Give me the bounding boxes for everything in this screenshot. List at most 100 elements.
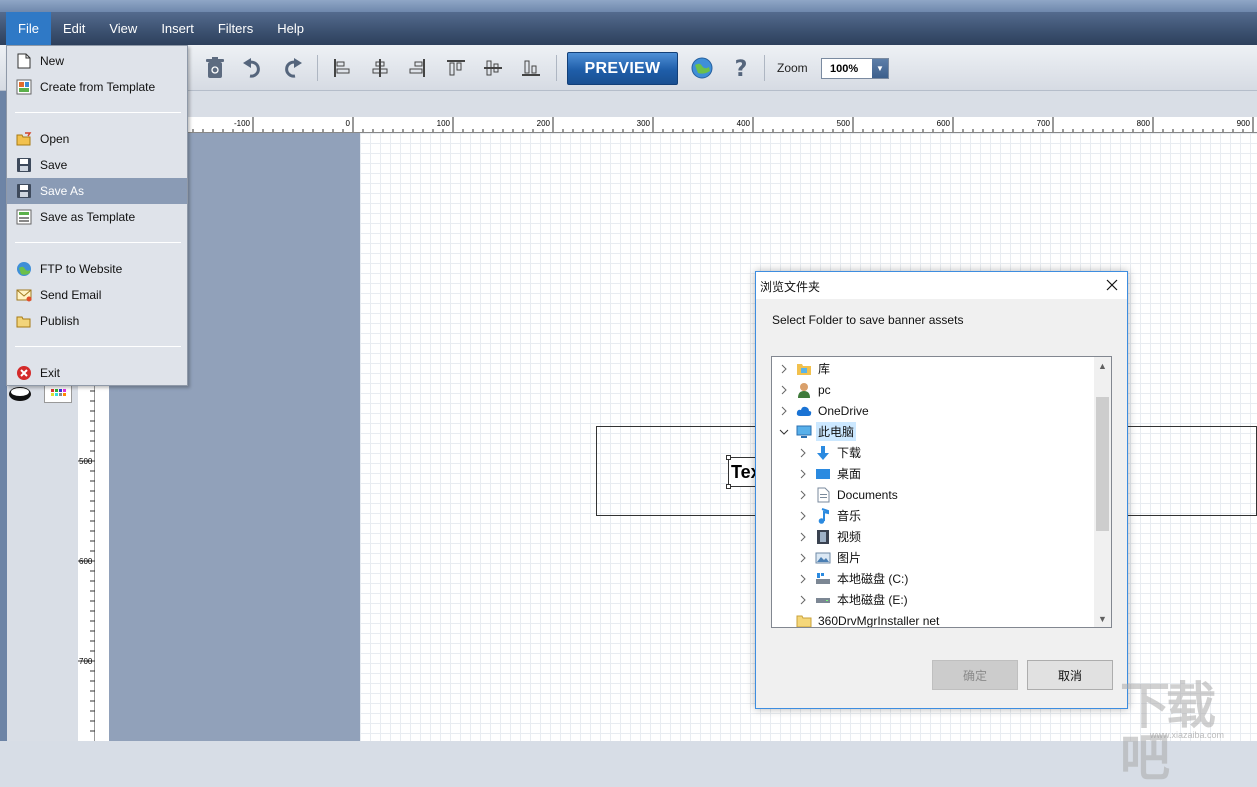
menu-item-label: Save xyxy=(40,158,68,172)
menu-separator xyxy=(15,112,181,113)
chevron-right-icon[interactable] xyxy=(778,384,790,396)
menu-item-save-as[interactable]: Save As xyxy=(7,178,187,204)
user-icon xyxy=(796,382,812,398)
scroll-down-icon[interactable]: ▼ xyxy=(1094,610,1111,627)
folder-icon xyxy=(796,613,812,627)
cloud-icon xyxy=(796,403,812,419)
chevron-right-icon[interactable] xyxy=(778,363,790,375)
zoom-select[interactable]: 100% ▼ xyxy=(821,58,889,79)
menu-item-label: Send Email xyxy=(40,288,102,302)
tree-item[interactable]: 库 xyxy=(772,358,1094,379)
web-globe-icon[interactable] xyxy=(689,55,715,81)
chevron-right-icon[interactable] xyxy=(797,489,809,501)
chevron-right-icon[interactable] xyxy=(778,405,790,417)
exit-icon xyxy=(16,365,32,381)
menu-help[interactable]: Help xyxy=(265,12,316,45)
tree-item[interactable]: 桌面 xyxy=(772,463,1094,484)
tree-item[interactable]: OneDrive xyxy=(772,400,1094,421)
folder-tree[interactable]: 库 pc OneDrive 此电脑 下载 桌面 Documents 音乐视频 图片 本地磁盘 (C… xyxy=(771,356,1112,628)
save-template-icon xyxy=(16,209,32,225)
tree-item[interactable]: 图片 xyxy=(772,547,1094,568)
close-icon[interactable] xyxy=(1103,276,1121,294)
tree-item[interactable]: 下载 xyxy=(772,442,1094,463)
tree-item-label: 音乐 xyxy=(837,509,862,523)
resize-handle[interactable] xyxy=(726,455,731,460)
chevron-right-icon[interactable] xyxy=(797,573,809,585)
menu-item-save[interactable]: Save xyxy=(7,152,187,178)
redo-icon[interactable] xyxy=(279,55,305,81)
menu-item-create-from-template[interactable]: Create from Template xyxy=(7,74,187,100)
watermark-url: www.xiazaiba.com xyxy=(1150,730,1225,740)
align-right-icon[interactable] xyxy=(404,55,430,81)
preview-button[interactable]: PREVIEW xyxy=(567,52,678,85)
menu-filters[interactable]: Filters xyxy=(206,12,265,45)
trash-icon[interactable] xyxy=(202,55,228,81)
menu-item-label: Create from Template xyxy=(40,80,156,94)
align-middle-icon[interactable] xyxy=(480,55,506,81)
menu-insert[interactable]: Insert xyxy=(149,12,206,45)
menu-item-ftp-to-website[interactable]: FTP to Website xyxy=(7,256,187,282)
scroll-up-icon[interactable]: ▲ xyxy=(1094,357,1111,374)
resize-handle[interactable] xyxy=(726,484,731,489)
menu-item-label: Save as Template xyxy=(40,210,136,224)
tree-item[interactable]: 本地磁盘 (E:) xyxy=(772,589,1094,610)
tree-item[interactable]: 视频 xyxy=(772,526,1094,547)
tree-item[interactable]: Documents xyxy=(772,484,1094,505)
color-palette-icon[interactable] xyxy=(44,383,72,403)
menu-edit[interactable]: Edit xyxy=(51,12,97,45)
align-center-icon[interactable] xyxy=(367,55,393,81)
save-as-icon xyxy=(16,183,32,199)
menu-item-label: Exit xyxy=(40,366,61,380)
align-top-icon[interactable] xyxy=(443,55,469,81)
dialog-titlebar: 浏览文件夹 xyxy=(756,272,1127,299)
tree-item-label: pc xyxy=(818,382,831,397)
chevron-down-icon[interactable]: ▼ xyxy=(872,59,888,78)
chevron-right-icon[interactable] xyxy=(797,531,809,543)
chevron-right-icon[interactable] xyxy=(797,447,809,459)
menu-item-label: New xyxy=(40,54,65,68)
chevron-right-icon[interactable] xyxy=(797,552,809,564)
menu-item-open[interactable]: Open xyxy=(7,126,187,152)
ruler-tick-label: 500 xyxy=(79,457,93,466)
tree-item[interactable]: 此电脑 xyxy=(772,421,1094,442)
menu-file[interactable]: File xyxy=(6,12,51,45)
text-element[interactable]: Text xyxy=(728,457,758,487)
scrollbar-thumb[interactable] xyxy=(1096,397,1109,531)
ruler-tick-label: 800 xyxy=(1137,119,1151,128)
drive-e-icon xyxy=(815,592,831,608)
menu-item-send-email[interactable]: Send Email xyxy=(7,282,187,308)
video-icon xyxy=(815,529,831,545)
align-bottom-icon[interactable] xyxy=(518,55,544,81)
tree-item-label: 此电脑 xyxy=(816,422,857,441)
chevron-right-icon[interactable] xyxy=(797,510,809,522)
menu-separator xyxy=(15,346,181,347)
menu-item-new[interactable]: New xyxy=(7,48,187,74)
chevron-right-icon[interactable] xyxy=(797,468,809,480)
tree-item[interactable]: 本地磁盘 (C:) xyxy=(772,568,1094,589)
cancel-button[interactable]: 取消 xyxy=(1027,660,1113,690)
tree-item[interactable]: 360DrvMgrInstaller net xyxy=(772,610,1094,628)
ok-button[interactable]: 确定 xyxy=(932,660,1018,690)
zoom-label: Zoom xyxy=(777,61,808,75)
save-icon xyxy=(16,157,32,173)
tree-scrollbar[interactable]: ▲ ▼ xyxy=(1094,357,1111,627)
paint-tool-icon[interactable] xyxy=(7,383,33,403)
chevron-right-icon[interactable] xyxy=(797,594,809,606)
tree-item-label: Documents xyxy=(837,487,898,502)
tree-item[interactable]: pc xyxy=(772,379,1094,400)
tree-item[interactable]: 音乐 xyxy=(772,505,1094,526)
chevron-down-icon[interactable] xyxy=(778,426,790,438)
menu-item-label: Publish xyxy=(40,314,80,328)
menu-item-exit[interactable]: Exit xyxy=(7,360,187,386)
menu-item-save-as-template[interactable]: Save as Template xyxy=(7,204,187,230)
help-icon[interactable]: ? xyxy=(728,55,754,81)
undo-icon[interactable] xyxy=(240,55,266,81)
menu-item-publish[interactable]: Publish xyxy=(7,308,187,334)
menu-view[interactable]: View xyxy=(97,12,149,45)
tree-item-label: 360DrvMgrInstaller net xyxy=(818,613,940,628)
desktop-icon xyxy=(815,466,831,482)
drive-c-icon xyxy=(815,571,831,587)
align-left-icon[interactable] xyxy=(329,55,355,81)
ruler-tick-label: -100 xyxy=(234,119,251,128)
horizontal-ruler-ticks: -100 0 100 200 300 400 500 600 700 800 900 xyxy=(192,117,1254,132)
